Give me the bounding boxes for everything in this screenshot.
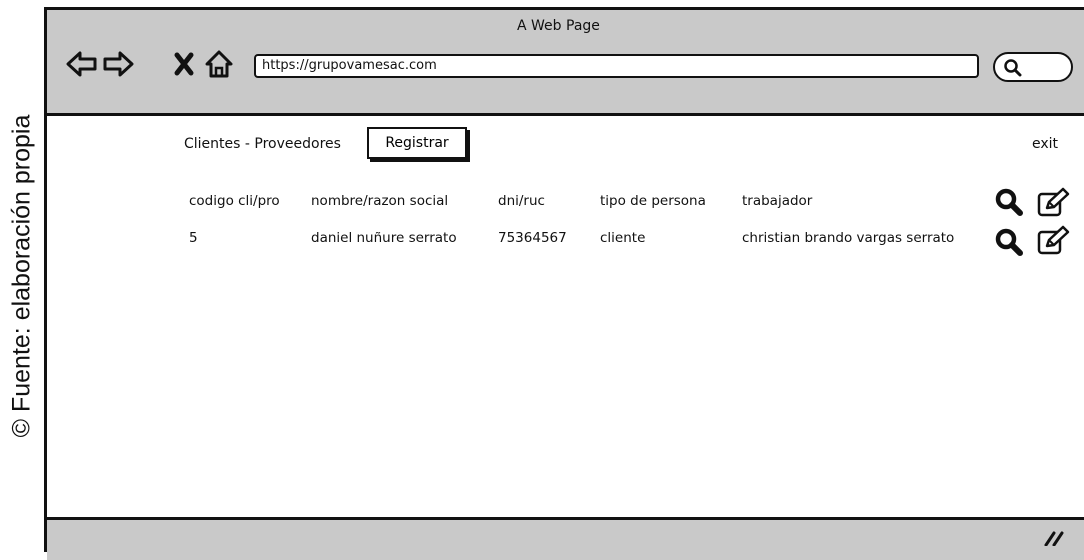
window-title: A Web Page xyxy=(517,18,600,34)
edit-icon[interactable] xyxy=(1037,187,1071,221)
page-heading: Clientes - Proveedores xyxy=(184,136,341,152)
url-field[interactable]: https://grupovamesac.com xyxy=(254,54,979,78)
cell-worker: christian brando vargas serrato xyxy=(742,230,955,246)
status-bar xyxy=(47,517,1084,560)
home-icon[interactable] xyxy=(202,47,236,81)
header-name: nombre/razon social xyxy=(311,193,449,209)
view-icon[interactable] xyxy=(994,227,1024,261)
cell-name: daniel nuñure serrato xyxy=(311,230,457,246)
back-arrow-icon[interactable] xyxy=(65,47,99,81)
cell-doc: 75364567 xyxy=(498,230,567,246)
browser-toolbar: A Web Page https://grupovamesac.com xyxy=(47,10,1084,116)
caption-text: © Fuente: elaboración propia xyxy=(7,114,36,438)
browser-search-box[interactable] xyxy=(993,52,1073,82)
resize-grip-icon[interactable] xyxy=(1042,530,1064,550)
register-button[interactable]: Registrar xyxy=(367,127,467,159)
exit-link[interactable]: exit xyxy=(1032,136,1058,152)
search-icon xyxy=(1003,58,1023,82)
forward-arrow-icon[interactable] xyxy=(101,47,135,81)
table-row[interactable]: 5 daniel nuñure serrato 75364567 cliente… xyxy=(47,225,1084,261)
search-icon[interactable] xyxy=(994,187,1024,221)
header-worker: trabajador xyxy=(742,193,813,209)
table-header-row: codigo cli/pro nombre/razon social dni/r… xyxy=(47,187,1084,223)
cell-type: cliente xyxy=(600,230,646,246)
close-x-icon[interactable] xyxy=(167,47,201,81)
header-doc: dni/ruc xyxy=(498,193,545,209)
edit-icon[interactable] xyxy=(1037,225,1071,259)
browser-window: A Web Page https://grupovamesac.com Clie… xyxy=(44,7,1084,560)
page-content: Clientes - Proveedores Registrar exit co… xyxy=(47,116,1084,516)
side-caption: © Fuente: elaboración propia xyxy=(0,0,44,546)
header-type: tipo de persona xyxy=(600,193,706,209)
cell-code: 5 xyxy=(189,230,198,246)
header-code: codigo cli/pro xyxy=(189,193,280,209)
